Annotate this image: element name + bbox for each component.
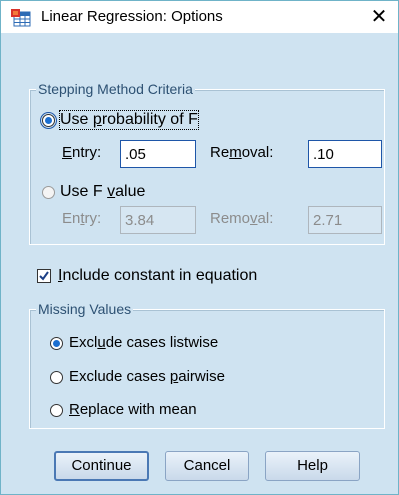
use-probability-label[interactable]: Use probability of F: [59, 110, 199, 130]
use-f-value-label-prefix: Use F: [60, 183, 108, 200]
prob-entry-label: Entry:: [62, 144, 101, 162]
stepping-criteria-legend: Stepping Method Criteria: [36, 81, 195, 97]
close-button[interactable]: ✕: [363, 3, 395, 31]
exclude-pairwise-label-pre: Exclude cases: [69, 368, 170, 385]
f-entry-label-post: ry:: [84, 210, 102, 227]
options-dialog: Linear Regression: Options ✕ Stepping Me…: [0, 0, 399, 495]
exclude-pairwise-radio[interactable]: [50, 371, 63, 384]
f-removal-label-key: v: [250, 210, 258, 227]
cancel-button[interactable]: Cancel: [165, 451, 249, 481]
replace-with-mean-label[interactable]: Replace with mean: [69, 401, 197, 419]
missing-values-group: Missing Values Exclude cases listwise Ex…: [29, 301, 385, 429]
exclude-listwise-label[interactable]: Exclude cases listwise: [69, 334, 218, 352]
prob-removal-input[interactable]: [308, 140, 382, 168]
exclude-listwise-label-pre: Excl: [69, 334, 98, 351]
use-probability-label-prefix: Use: [60, 111, 93, 128]
missing-values-legend: Missing Values: [36, 301, 134, 317]
use-f-value-label[interactable]: Use F value: [60, 183, 145, 201]
prob-entry-label-rest: ntry:: [72, 144, 102, 161]
spss-table-icon: [11, 9, 31, 27]
dialog-title: Linear Regression: Options: [41, 8, 223, 25]
exclude-pairwise-label-key: p: [169, 368, 179, 385]
prob-removal-label: Removal:: [210, 144, 273, 162]
exclude-listwise-radio[interactable]: [50, 337, 63, 350]
prob-removal-label-post: oval:: [241, 144, 274, 161]
replace-with-mean-label-key: R: [69, 401, 80, 418]
f-entry-input[interactable]: [120, 206, 196, 234]
exclude-listwise-label-post: de cases listwise: [105, 334, 219, 351]
f-removal-input[interactable]: [308, 206, 382, 234]
include-constant-label[interactable]: Include constant in equation: [58, 267, 257, 285]
replace-with-mean-label-post: eplace with mean: [79, 401, 197, 418]
prob-removal-label-key: m: [229, 144, 242, 161]
prob-entry-label-key: E: [62, 144, 73, 161]
f-removal-label: Removal:: [210, 210, 273, 228]
f-removal-label-pre: Remo: [210, 210, 251, 227]
f-entry-label-pre: En: [62, 210, 81, 227]
title-bar[interactable]: Linear Regression: Options ✕: [1, 1, 398, 33]
prob-entry-input[interactable]: [120, 140, 196, 168]
replace-with-mean-radio[interactable]: [50, 404, 63, 417]
f-entry-label: Entry:: [62, 210, 101, 228]
use-probability-label-key: p: [92, 111, 102, 128]
exclude-pairwise-label-post: airwise: [178, 368, 225, 385]
use-probability-radio[interactable]: [40, 112, 57, 129]
checkmark-icon: [39, 271, 49, 281]
use-f-value-label-suffix: alue: [115, 183, 146, 200]
stepping-criteria-group: Stepping Method Criteria Use probability…: [29, 81, 385, 245]
f-removal-label-post: al:: [257, 210, 274, 227]
include-constant-label-rest: nclude constant in equation: [62, 267, 258, 284]
prob-removal-label-pre: Re: [210, 144, 230, 161]
use-f-value-label-key: v: [107, 183, 116, 200]
exclude-listwise-label-key: u: [97, 334, 106, 351]
exclude-pairwise-label[interactable]: Exclude cases pairwise: [69, 368, 225, 386]
close-icon: ✕: [370, 6, 388, 28]
use-f-value-radio[interactable]: [42, 186, 55, 199]
help-button[interactable]: Help: [265, 451, 360, 481]
continue-button[interactable]: Continue: [54, 451, 149, 481]
include-constant-checkbox[interactable]: [37, 269, 51, 283]
use-probability-label-suffix: robability of F: [101, 111, 198, 128]
